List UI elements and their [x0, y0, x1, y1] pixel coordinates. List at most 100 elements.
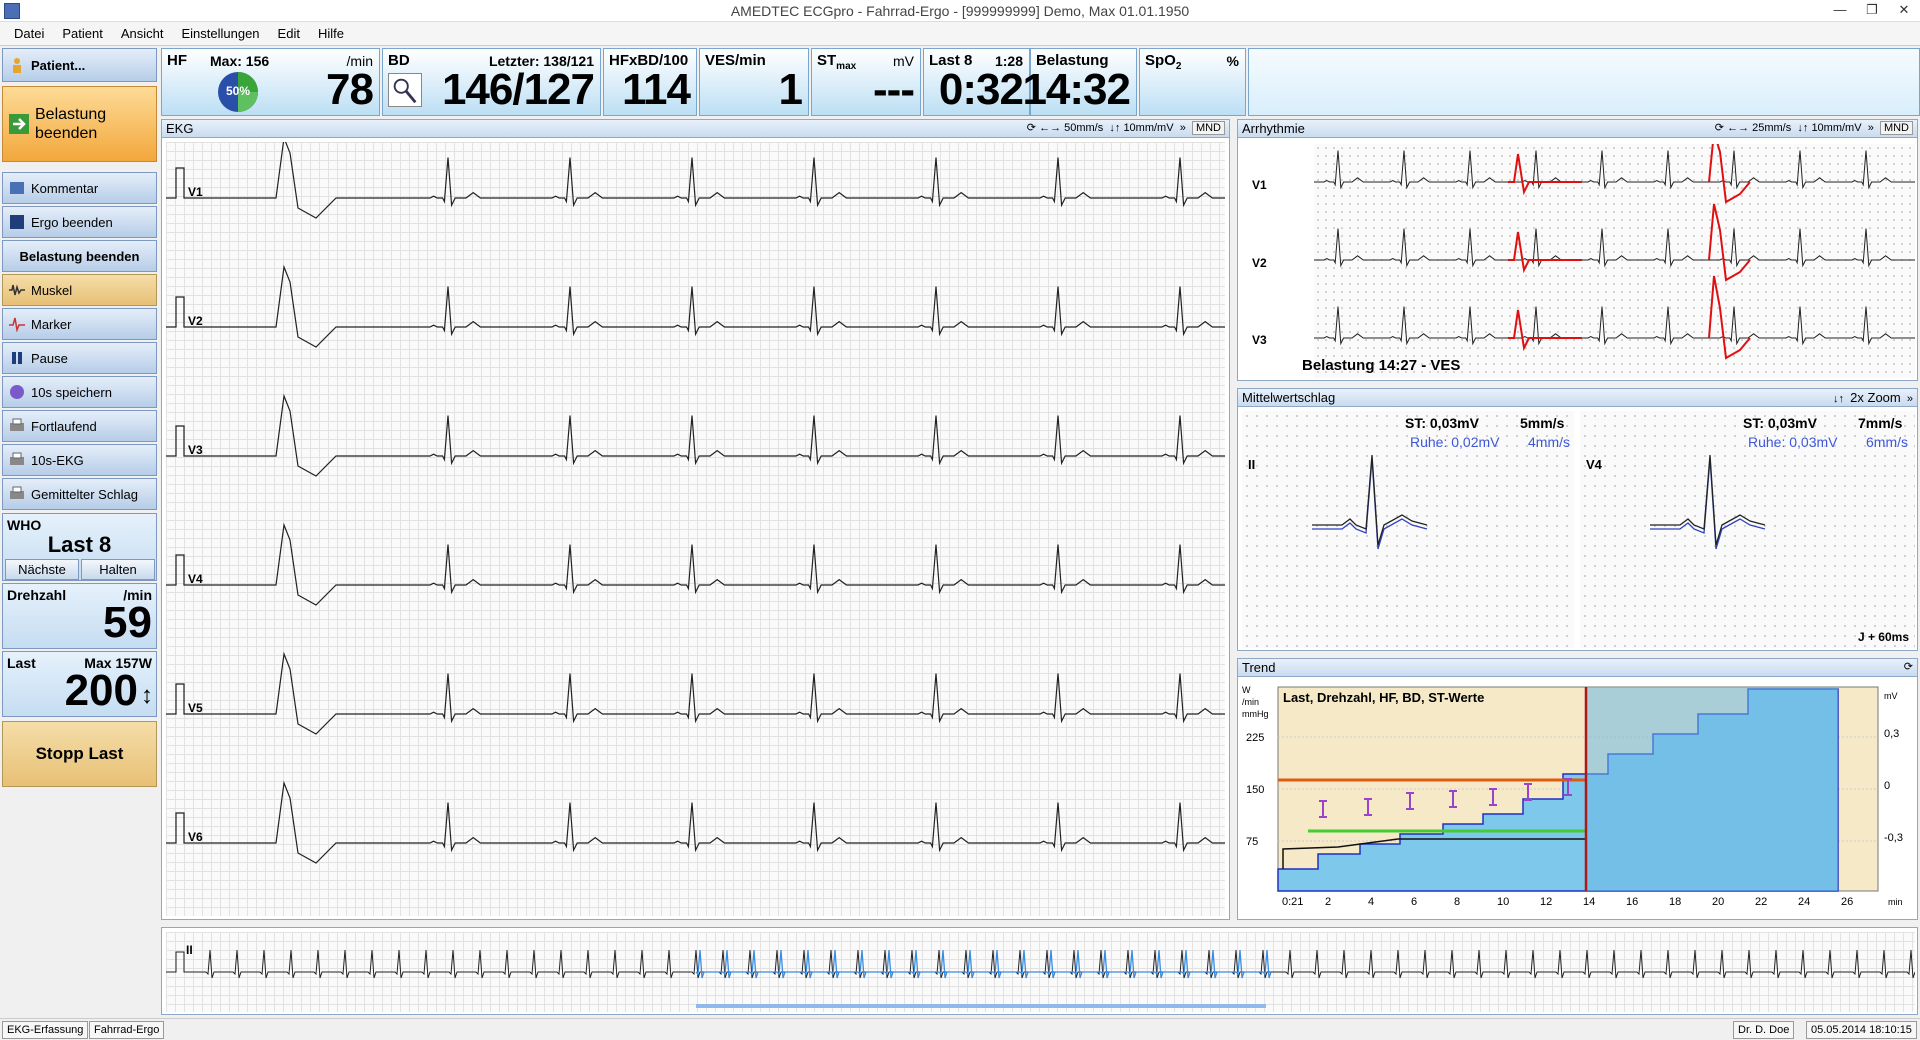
- drehzahl-box: Drehzahl /min 59: [2, 583, 157, 649]
- pause-button[interactable]: Pause: [2, 342, 157, 374]
- restore-icon[interactable]: ❐: [1856, 0, 1888, 22]
- arr-lead-v2: V2: [1252, 256, 1267, 270]
- refresh-icon[interactable]: ⟳: [1027, 122, 1036, 134]
- muscle-wave-icon: [9, 284, 25, 296]
- status-program: Fahrrad-Ergo: [89, 1021, 165, 1039]
- trend-x-tick: 12: [1540, 896, 1552, 908]
- last-stage-value: 0:32: [938, 65, 1024, 114]
- trend-right-tick: -0,3: [1884, 832, 1903, 844]
- left-right-arrows-icon[interactable]: ←→: [1727, 122, 1749, 134]
- marker-button[interactable]: Marker: [2, 308, 157, 340]
- trend-x-tick: 14: [1583, 896, 1595, 908]
- belastung-beenden-button[interactable]: Belastung beenden: [2, 240, 157, 272]
- menu-hilfe[interactable]: Hilfe: [318, 26, 344, 41]
- stethoscope-icon[interactable]: [388, 73, 422, 107]
- arrhythmie-mnd-button[interactable]: MND: [1879, 121, 1913, 135]
- close-icon[interactable]: ✕: [1888, 0, 1920, 22]
- refresh-icon[interactable]: ⟳: [1715, 122, 1724, 134]
- rhythm-trace-line: [166, 949, 1916, 979]
- next-stage-button[interactable]: Nächste: [5, 559, 79, 580]
- fortlaufend-button[interactable]: Fortlaufend: [2, 410, 157, 442]
- muskel-button[interactable]: Muskel: [2, 274, 157, 306]
- menu-edit[interactable]: Edit: [278, 26, 300, 41]
- ekg-mnd-button[interactable]: MND: [1191, 121, 1225, 135]
- menu-patient[interactable]: Patient: [62, 26, 102, 41]
- gemittelter-schlag-button[interactable]: Gemittelter Schlag: [2, 478, 157, 510]
- ekg-title: EKG: [166, 121, 194, 136]
- ekg-speed[interactable]: 50mm/s: [1064, 122, 1103, 134]
- down-up-arrows-icon[interactable]: ↓↑: [1109, 122, 1120, 134]
- down-up-arrows-icon[interactable]: ↓↑: [1833, 393, 1844, 405]
- st-box: STmax mV ---: [811, 48, 921, 116]
- ekg-trace-v1: [166, 135, 1225, 219]
- spo2-label-sub: 2: [1175, 61, 1182, 72]
- arr-ves-segment: [1508, 309, 1582, 352]
- mittelwert-zoom[interactable]: 2x Zoom: [1850, 390, 1901, 405]
- status-user: Dr. D. Doe: [1733, 1021, 1795, 1039]
- mittel-right-lead: V4: [1586, 457, 1602, 472]
- hf-max: Max: 156: [210, 53, 270, 69]
- kommentar-button[interactable]: Kommentar: [2, 172, 157, 204]
- up-down-arrow-icon[interactable]: ↕: [141, 682, 153, 710]
- st-label-sub: max: [836, 61, 857, 72]
- trend-right-tick: 0: [1884, 780, 1890, 792]
- hold-stage-button[interactable]: Halten: [81, 559, 155, 580]
- arrhythmie-gain[interactable]: 10mm/mV: [1811, 122, 1861, 134]
- minimize-icon[interactable]: —: [1824, 0, 1856, 22]
- forward-icon[interactable]: »: [1180, 122, 1186, 134]
- trend-x-tick: 10: [1497, 896, 1509, 908]
- pause-label: Pause: [31, 350, 68, 366]
- ekg-lead-label: V5: [188, 701, 203, 715]
- rhythm-strip-panel: II: [161, 927, 1918, 1015]
- mittel-jpoint: J + 60ms: [1857, 630, 1909, 644]
- trend-x-tick: 0:21: [1282, 896, 1303, 908]
- vitals-strip: HF Max: 156 /min 50% 78 BD Letzter: 138/…: [161, 48, 1920, 116]
- menu-ansicht[interactable]: Ansicht: [121, 26, 164, 41]
- patient-button[interactable]: Patient...: [2, 48, 157, 82]
- menu-datei[interactable]: Datei: [14, 26, 44, 41]
- mittel-left-lead: II: [1248, 457, 1256, 472]
- printer-icon: [10, 418, 24, 431]
- mittel-left-st: ST: 0,03mV: [1405, 415, 1479, 431]
- save-10s-button[interactable]: 10s speichern: [2, 376, 157, 408]
- spo2-label-text: SpO: [1145, 52, 1176, 69]
- st-label-text: ST: [817, 52, 837, 69]
- ekg-panel: EKG ⟳ ←→ 50mm/s ↓↑ 10mm/mV » MND V1 V2 V3 V…: [161, 119, 1230, 920]
- title-bar: AMEDTEC ECGpro - Fahrrad-Ergo - [9999999…: [0, 0, 1920, 22]
- mittel-left-ruhe-speed: 4mm/s: [1528, 434, 1570, 450]
- trend-x-tick: 6: [1411, 896, 1417, 908]
- belastung-box: Belastung 14:32: [1022, 48, 1137, 116]
- app-window: AMEDTEC ECGpro - Fahrrad-Ergo - [9999999…: [0, 0, 1920, 1040]
- bd-value: 146/127: [441, 65, 595, 114]
- refresh-icon[interactable]: ⟳: [1904, 659, 1913, 676]
- ergo-beenden-button[interactable]: Ergo beenden: [2, 206, 157, 238]
- ekg-gain[interactable]: 10mm/mV: [1123, 122, 1173, 134]
- forward-icon[interactable]: »: [1907, 393, 1913, 405]
- menu-einstellungen[interactable]: Einstellungen: [181, 26, 259, 41]
- mittel-right-st: ST: 0,03mV: [1743, 415, 1817, 431]
- status-datetime: 05.05.2014 18:10:15: [1806, 1021, 1917, 1039]
- mittel-left-rest-trace: [1312, 458, 1428, 550]
- trend-y-tick: 75: [1246, 836, 1258, 848]
- belastung-beenden-top-button[interactable]: Belastung beenden: [2, 86, 157, 162]
- ekg-10s-button[interactable]: 10s-EKG: [2, 444, 157, 476]
- rhythm-grid: II: [166, 932, 1916, 1012]
- ekg-trace-v2: [166, 264, 1225, 348]
- hf-box: HF Max: 156 /min 50% 78: [161, 48, 380, 116]
- person-icon: [13, 58, 21, 73]
- ekg-controls: ⟳ ←→ 50mm/s ↓↑ 10mm/mV » MND: [1027, 120, 1225, 137]
- down-up-arrows-icon[interactable]: ↓↑: [1797, 122, 1808, 134]
- hfxbd-value: 114: [622, 65, 691, 114]
- trend-chart-title: Last, Drehzahl, HF, BD, ST-Werte: [1283, 690, 1484, 705]
- st-value: ---: [873, 65, 915, 114]
- stopp-last-button[interactable]: Stopp Last: [2, 721, 157, 787]
- last-stage-box: Last 8 1:28 0:32: [923, 48, 1030, 116]
- left-right-arrows-icon[interactable]: ←→: [1039, 122, 1061, 134]
- forward-icon[interactable]: »: [1868, 122, 1874, 134]
- arrhythmie-caption: Belastung 14:27 - VES: [1302, 357, 1461, 374]
- arrhythmie-speed[interactable]: 25mm/s: [1752, 122, 1791, 134]
- ekg-trace-v5: [166, 651, 1225, 735]
- hf-percent: 50%: [225, 84, 251, 98]
- rhythm-lead-label: II: [186, 943, 193, 957]
- trend-y-unit: /min: [1242, 697, 1259, 707]
